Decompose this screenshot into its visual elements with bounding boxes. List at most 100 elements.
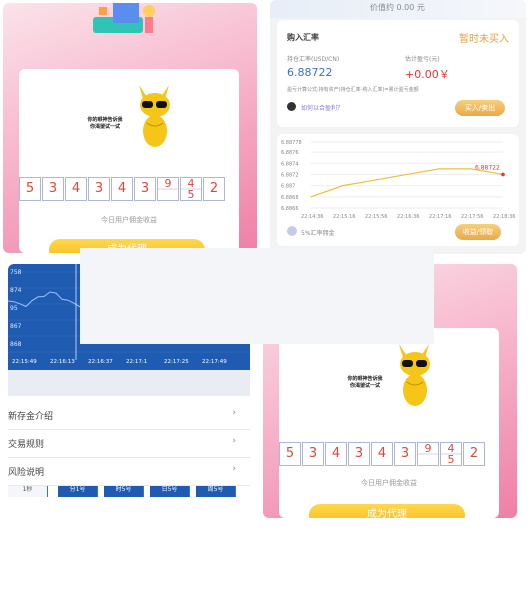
rolling-digit-bottom: 5 (447, 453, 455, 466)
counter-digit-rolling: 4 5 (440, 442, 462, 466)
dark-y-label: 874 (10, 287, 22, 294)
rolling-digit-bottom: 5 (187, 188, 195, 201)
dark-y-label: 868 (10, 341, 22, 348)
rolling-digit-bottom: 9 (164, 177, 172, 190)
earnings-counter: 5 3 4 3 4 3 9 4 5 2 (19, 177, 226, 201)
menu-item-rules[interactable]: 交易规则 › (8, 430, 250, 458)
counter-digit: 4 (111, 177, 133, 201)
kangaroo-mascot-icon (139, 85, 170, 147)
promo-card: 你的眼神告诉我 你渴望试一试 5 3 4 3 4 3 9 4 5 2 今日用户佣… (19, 69, 239, 253)
rate-footer-icon (287, 226, 297, 236)
buy-sell-button[interactable]: 买入/卖出 (455, 100, 505, 116)
counter-digit: 3 (348, 442, 370, 466)
rate-point (501, 172, 505, 177)
earnings-counter: 5 3 4 3 4 3 9 4 5 2 (279, 442, 486, 466)
mascot-caption: 你的眼神告诉我 你渴望试一试 (337, 376, 393, 390)
x-tick-label: 22:17:16 (429, 214, 451, 220)
dark-y-label: 95 (10, 305, 18, 312)
x-tick-label: 22:14:36 (301, 214, 323, 220)
formula-text: 盈亏计算公式:持有资产(持仓汇率-购入汇率)=累计盈亏金额 (287, 87, 419, 93)
rate-series-line (310, 168, 504, 198)
earnings-note: 今日用户佣金收益 (361, 479, 417, 487)
rate-chart-card: 6.88778 6.8876 6.8874 6.8872 6.887 6.8868 6.88… (277, 134, 519, 246)
mascot-caption: 你的眼神告诉我 你渴望试一试 (77, 117, 133, 131)
menu-item-label: 新存金介绍 (8, 412, 54, 422)
counter-digit: 3 (88, 177, 110, 201)
holding-rate-label: 持仓汇率(USD/CN) (287, 56, 340, 63)
y-tick-label: 6.8874 (281, 161, 299, 167)
y-tick-label: 6.8866 (281, 206, 299, 212)
dark-x-label: 22:17:1 (126, 359, 147, 365)
kangaroo-mascot-icon (399, 344, 430, 406)
chevron-right-icon: › (232, 436, 236, 446)
rolling-digit-bottom: 9 (424, 442, 432, 455)
x-tick-label: 22:15:56 (365, 214, 387, 220)
dark-x-label: 22:17:25 (164, 359, 189, 365)
chevron-right-icon: › (232, 464, 236, 474)
hero-illustration (93, 3, 155, 33)
how-to-profit-link[interactable]: 如何以合盈利？ (301, 103, 343, 112)
dark-x-label: 22:17:49 (202, 359, 227, 365)
question-icon (287, 102, 296, 111)
exchange-rate-screen: 价值约 0.00 元 购入汇率 暂时未买入 持仓汇率(USD/CN) 6.887… (270, 0, 526, 254)
counter-digit: 3 (394, 442, 416, 466)
y-tick-label: 6.88778 (281, 140, 302, 146)
counter-digit: 4 (65, 177, 87, 201)
rate-point (374, 179, 376, 181)
rate-panel: 购入汇率 暂时未买入 持仓汇率(USD/CN) 6.88722 估计盈亏(元) … (277, 20, 519, 127)
menu-item-label: 风险说明 (8, 468, 45, 478)
rate-line-chart: 6.88778 6.8876 6.8874 6.8872 6.887 6.8868 6.88… (281, 140, 515, 220)
x-tick-label: 22:18:36 (493, 214, 515, 220)
pnl-value: +0.00￥ (405, 68, 450, 81)
buy-status: 暂时未买入 (459, 34, 509, 45)
counter-digit: 3 (302, 442, 324, 466)
rate-point (406, 173, 408, 176)
counter-digit: 2 (203, 177, 225, 201)
dark-x-label: 22:15:49 (12, 359, 37, 365)
x-tick-label: 22:16:36 (397, 214, 419, 220)
counter-digit: 3 (42, 177, 64, 201)
pnl-label: 估计盈亏(元) (405, 56, 440, 63)
holding-rate-value: 6.88722 (287, 66, 333, 79)
dark-y-label: 758 (10, 269, 22, 276)
counter-digit-rolling: 4 5 (180, 177, 202, 201)
placeholder-overlay (80, 248, 434, 344)
mascot-caption-line1: 你的眼神告诉我 (87, 117, 123, 123)
menu-item-intro[interactable]: 新存金介绍 › (8, 402, 250, 430)
promo-card: 你的眼神告诉我 你渴望试一试 5 3 4 3 4 3 9 4 5 2 今日用户佣… (279, 328, 499, 518)
menu-item-label: 交易规则 (8, 440, 45, 450)
earnings-note: 今日用户佣金收益 (101, 216, 157, 224)
mascot-caption-line1: 你的眼神告诉我 (347, 376, 383, 382)
agent-promo-screen-top: 你的眼神告诉我 你渴望试一试 5 3 4 3 4 3 9 4 5 2 今日用户佣… (3, 3, 257, 253)
counter-digit: 5 (279, 442, 301, 466)
counter-digit: 2 (463, 442, 485, 466)
top-value-text: 价值约 0.00 元 (370, 3, 425, 12)
mascot-caption-line2: 你渴望试一试 (89, 124, 120, 130)
rate-point (470, 168, 472, 170)
rate-point (310, 196, 312, 198)
y-tick-label: 6.8868 (281, 195, 299, 201)
counter-digit: 5 (19, 177, 41, 201)
screenshot-collage: 你的眼神告诉我 你渴望试一试 5 3 4 3 4 3 9 4 5 2 今日用户佣… (0, 0, 528, 600)
rate-point (342, 185, 344, 187)
menu-item-risk[interactable]: 风险说明 › (8, 458, 250, 486)
last-value-label: 6.88722 (475, 164, 500, 171)
buy-rate-label: 购入汇率 (287, 33, 319, 42)
become-agent-button[interactable]: 成为代理 (309, 504, 465, 518)
y-tick-label: 6.8876 (281, 150, 299, 156)
top-value-bar: 价值约 0.00 元 (270, 0, 526, 18)
x-tick-label: 22:17:56 (461, 214, 483, 220)
x-tick-label: 22:15:16 (333, 214, 355, 220)
dark-y-label: 867 (10, 323, 22, 330)
chevron-right-icon: › (232, 408, 236, 418)
collect-button[interactable]: 收益/领取 (455, 224, 501, 240)
counter-digit: 4 (325, 442, 347, 466)
interval-tabs: 1秒 分1号 时5号 日5号 周5号 (8, 370, 250, 497)
y-tick-label: 6.887 (281, 184, 295, 190)
mascot-caption-line2: 你渴望试一试 (349, 383, 380, 389)
counter-digit: 4 (371, 442, 393, 466)
rate-point (438, 168, 440, 170)
dark-x-label: 22:16:13 (50, 359, 75, 365)
counter-digit-rolling: 9 (157, 177, 179, 201)
counter-digit: 3 (134, 177, 156, 201)
